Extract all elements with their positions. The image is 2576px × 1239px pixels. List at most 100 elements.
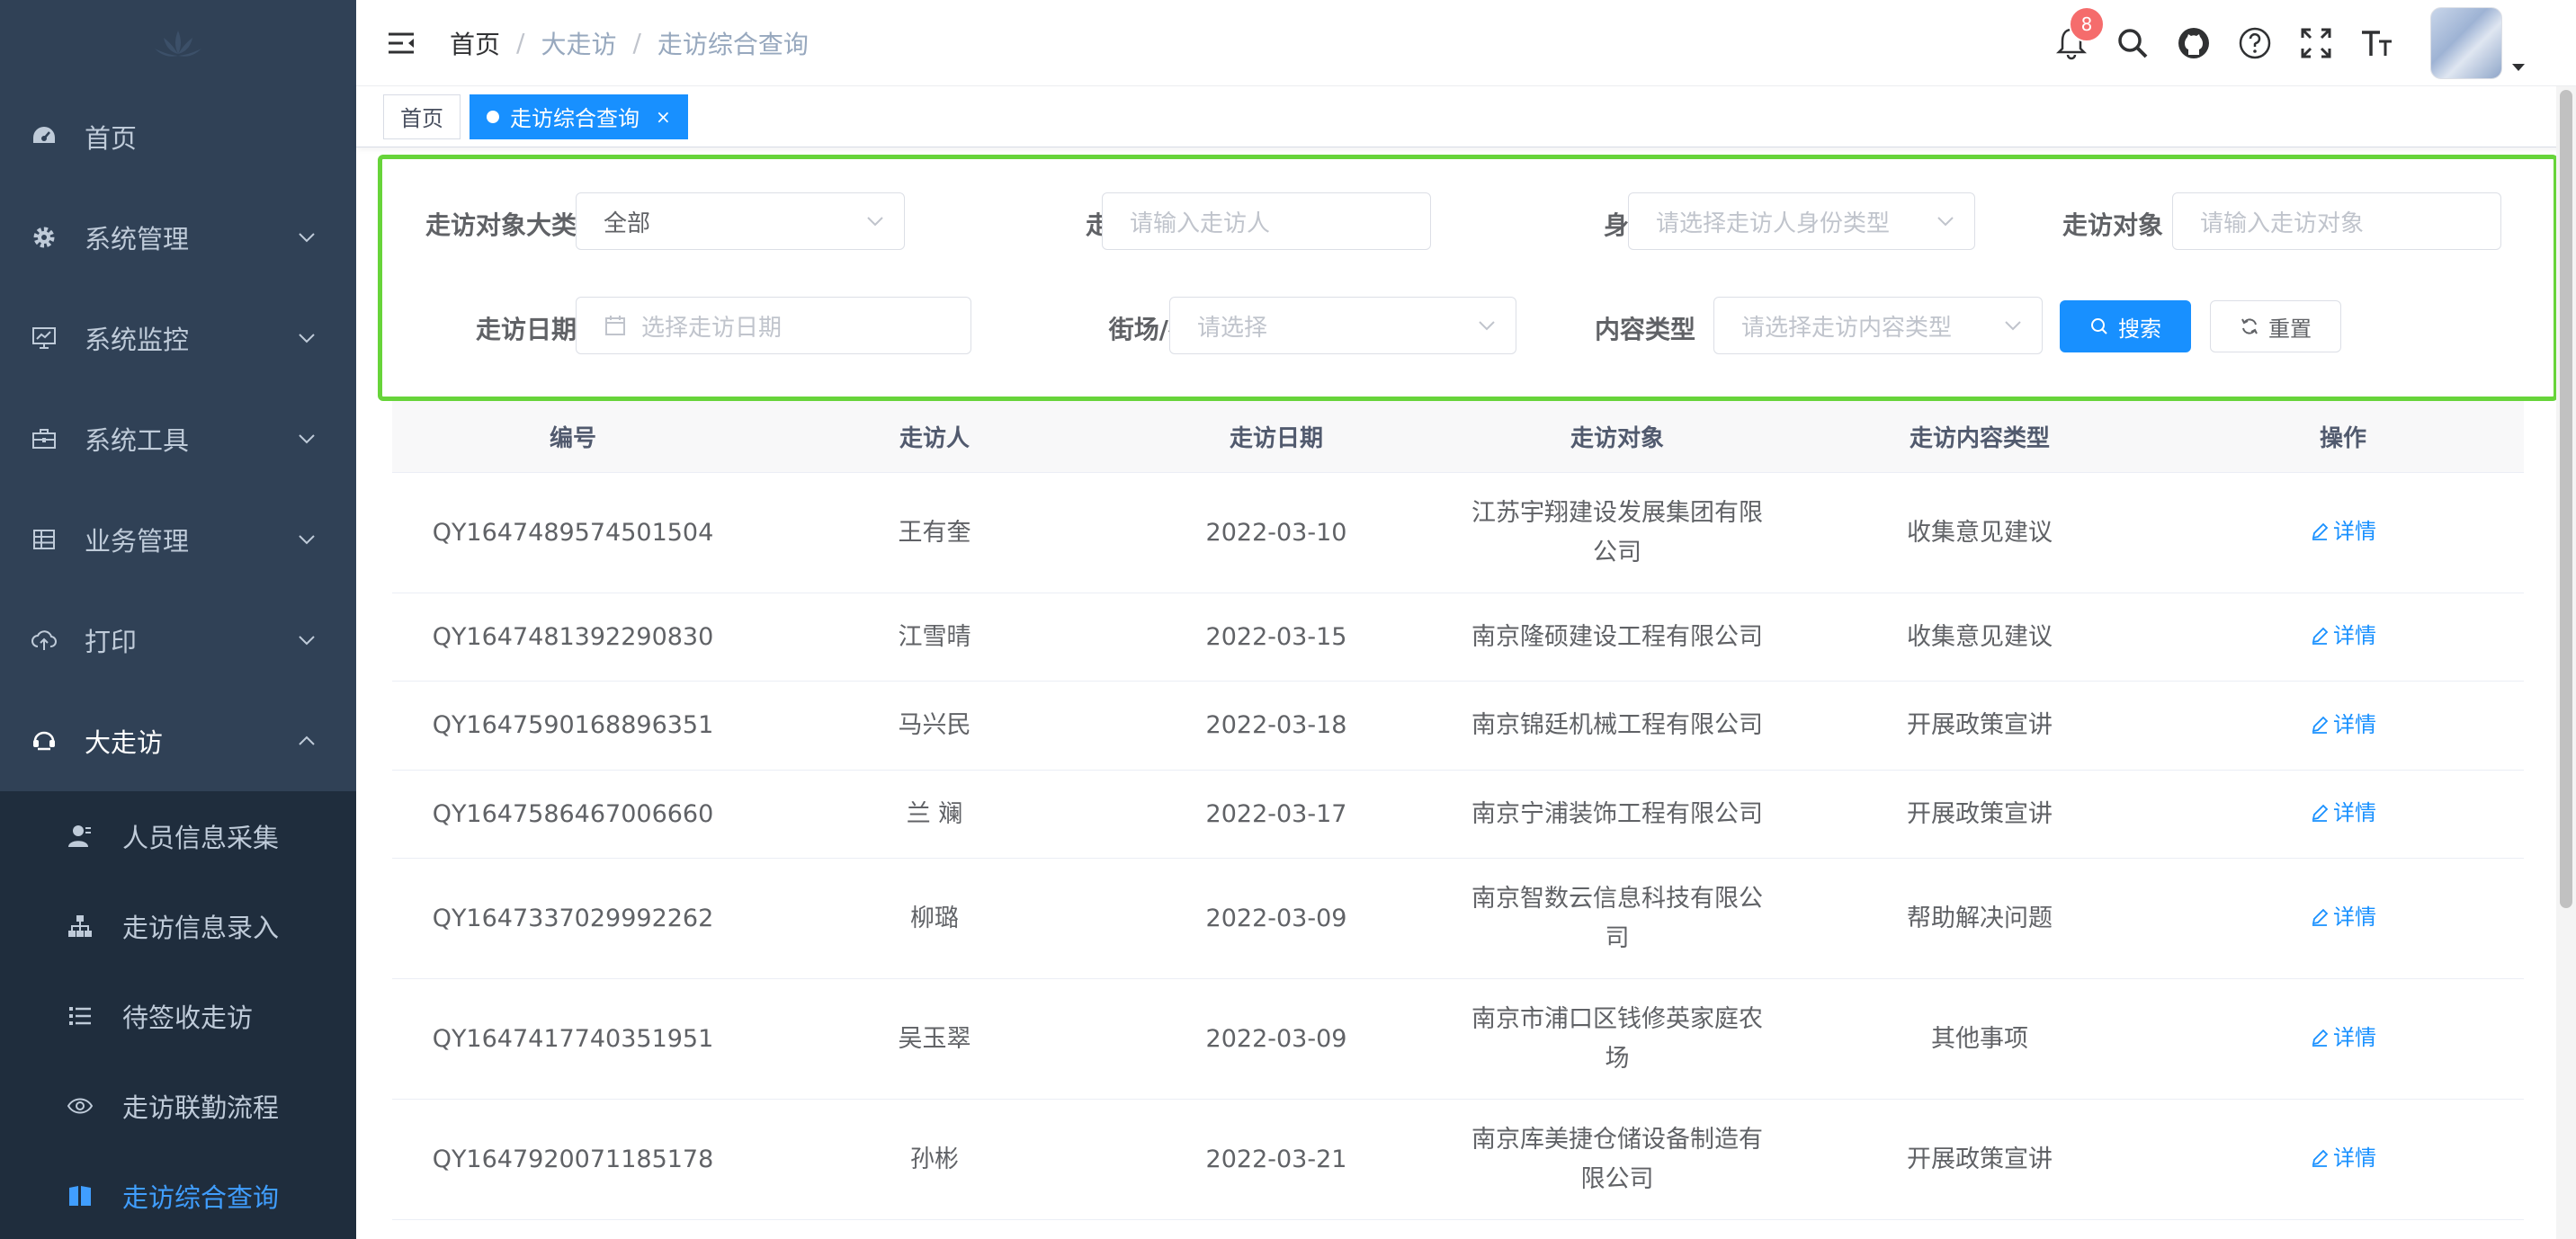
breadcrumb-home[interactable]: 首页	[450, 25, 500, 61]
tag-visit-query[interactable]: 走访综合查询 ×	[470, 94, 688, 139]
cell-date: 2022-03-15	[1205, 622, 1347, 651]
category-value: 全部	[604, 209, 651, 237]
detail-button[interactable]: 详情	[2310, 1138, 2376, 1178]
scrollbar-thumb[interactable]	[2560, 90, 2572, 908]
cell-visitor: 马兴民	[898, 711, 971, 739]
lotus-logo-icon	[155, 31, 201, 57]
detail-button[interactable]: 详情	[2310, 512, 2376, 551]
cell-visitor: 王有奎	[898, 518, 971, 547]
detail-button[interactable]: 详情	[2310, 897, 2376, 937]
active-dot-icon	[487, 110, 499, 123]
cell-date: 2022-03-18	[1205, 711, 1347, 739]
cell-actions: 详情	[2162, 705, 2524, 747]
vertical-scrollbar[interactable]	[2556, 86, 2576, 1239]
category-select[interactable]: 全部	[576, 192, 905, 250]
visit-table: 编号 走访人 走访日期 走访对象 走访内容类型 操作 QY16474895745…	[392, 401, 2524, 1220]
cell-id: QY1647590168896351	[432, 711, 714, 739]
target-input[interactable]: 请输入走访对象	[2172, 192, 2501, 250]
sidebar-item-system-monitor[interactable]: 系统监控	[0, 288, 356, 388]
notification-button[interactable]: 8	[2051, 6, 2105, 64]
chevron-down-icon	[299, 334, 315, 343]
cell-content-type: 收集意见建议	[1907, 518, 2053, 547]
chevron-down-icon	[299, 233, 315, 243]
help-button[interactable]	[2234, 22, 2276, 64]
close-icon[interactable]: ×	[656, 106, 671, 128]
sidebar-item-label: 首页	[85, 123, 138, 154]
edit-icon	[2312, 804, 2329, 822]
detail-button[interactable]: 详情	[2310, 1018, 2376, 1057]
sidebar-subitem-label: 待签收走访	[122, 1003, 254, 1033]
github-button[interactable]	[2173, 22, 2214, 64]
tag-label: 首页	[400, 106, 443, 131]
sidebar-subitem-personnel-info[interactable]: 人员信息采集	[0, 791, 356, 881]
target-line: 公司	[1593, 538, 1641, 566]
column-header-id[interactable]: 编号	[392, 420, 754, 453]
right-menu: 8	[2031, 0, 2526, 86]
content-type-select[interactable]: 请选择走访内容类型	[1713, 297, 2043, 354]
breadcrumb-visit[interactable]: 大走访	[541, 25, 616, 61]
search-button[interactable]	[2112, 22, 2153, 64]
identity-select[interactable]: 请选择走访人身份类型	[1628, 192, 1975, 250]
target-line: 南京库美捷仓储设备制造有	[1471, 1125, 1763, 1154]
column-header-target[interactable]: 走访对象	[1437, 420, 1797, 453]
detail-button[interactable]: 详情	[2310, 616, 2376, 655]
edit-icon	[2312, 908, 2329, 926]
visitor-icon	[29, 726, 59, 756]
reset-button[interactable]: 重置	[2210, 300, 2341, 352]
cell-id: QY1647417740351951	[432, 1024, 714, 1053]
category-label: 走访对象大类	[425, 210, 577, 240]
github-icon	[2178, 28, 2209, 58]
font-size-icon	[2362, 31, 2392, 56]
street-select[interactable]: 请选择	[1169, 297, 1516, 354]
detail-label: 详情	[2333, 800, 2376, 825]
sidebar-item-system-tools[interactable]: 系统工具	[0, 388, 356, 489]
sidebar-item-label: 系统工具	[85, 425, 190, 456]
cell-target: 南京智数云信息科技有限公司	[1437, 879, 1797, 958]
target-line: 司	[1605, 923, 1630, 952]
column-header-visitor[interactable]: 走访人	[754, 420, 1115, 453]
edit-icon	[2312, 716, 2329, 734]
cell-date: 2022-03-10	[1205, 518, 1347, 547]
toolbox-icon	[29, 423, 59, 454]
sidebar-item-print[interactable]: 打印	[0, 590, 356, 691]
fullscreen-button[interactable]	[2295, 22, 2337, 64]
sidebar-item-system-management[interactable]: 系统管理	[0, 187, 356, 288]
detail-label: 详情	[2333, 1145, 2376, 1171]
date-picker[interactable]: 选择走访日期	[576, 297, 971, 354]
table-row: QY1647417740351951 吴玉翠 2022-03-09 南京市浦口区…	[392, 979, 2524, 1100]
hamburger-icon[interactable]	[385, 27, 417, 59]
font-size-button[interactable]	[2357, 22, 2398, 64]
logo	[0, 0, 356, 86]
visitor-input[interactable]: 请输入走访人	[1102, 192, 1431, 250]
sidebar-item-home[interactable]: 首页	[0, 86, 356, 187]
identity-placeholder: 请选择走访人身份类型	[1656, 209, 1891, 237]
column-header-content-type[interactable]: 走访内容类型	[1797, 420, 2162, 453]
sidebar-subitem-visit-entry[interactable]: 走访信息录入	[0, 881, 356, 971]
tag-home[interactable]: 首页	[383, 94, 461, 139]
sidebar-subitem-pending-visits[interactable]: 待签收走访	[0, 971, 356, 1061]
sidebar-subitem-visit-process[interactable]: 走访联勤流程	[0, 1061, 356, 1151]
chevron-down-icon	[299, 535, 315, 545]
refresh-icon	[2241, 318, 2258, 334]
cell-visitor: 柳璐	[910, 904, 959, 932]
cloud-upload-icon	[29, 625, 59, 655]
search-button[interactable]: 搜索	[2060, 300, 2191, 352]
target-line: 江苏宇翔建设发展集团有限	[1471, 498, 1763, 527]
detail-button[interactable]: 详情	[2310, 793, 2376, 833]
sidebar-subitem-visit-query[interactable]: 走访综合查询	[0, 1151, 356, 1239]
sidebar-item-visit[interactable]: 大走访	[0, 691, 356, 791]
cell-id: QY1647489574501504	[432, 518, 714, 547]
cell-visitor: 吴玉翠	[898, 1024, 971, 1053]
target-line: 场	[1605, 1044, 1630, 1073]
cell-content-type: 其他事项	[1931, 1024, 2028, 1053]
sidebar-subitem-label: 人员信息采集	[122, 823, 280, 853]
detail-button[interactable]: 详情	[2310, 705, 2376, 744]
table-row: QY1647489574501504 王有奎 2022-03-10 江苏宇翔建设…	[392, 473, 2524, 593]
sidebar-item-business-management[interactable]: 业务管理	[0, 489, 356, 590]
search-icon	[2118, 29, 2148, 58]
user-menu[interactable]	[2430, 7, 2526, 79]
column-header-date[interactable]: 走访日期	[1115, 420, 1437, 453]
avatar[interactable]	[2430, 7, 2502, 79]
table-row: QY1647920071185178 孙彬 2022-03-21 南京库美捷仓储…	[392, 1100, 2524, 1220]
visitor-placeholder: 请输入走访人	[1130, 209, 1271, 237]
